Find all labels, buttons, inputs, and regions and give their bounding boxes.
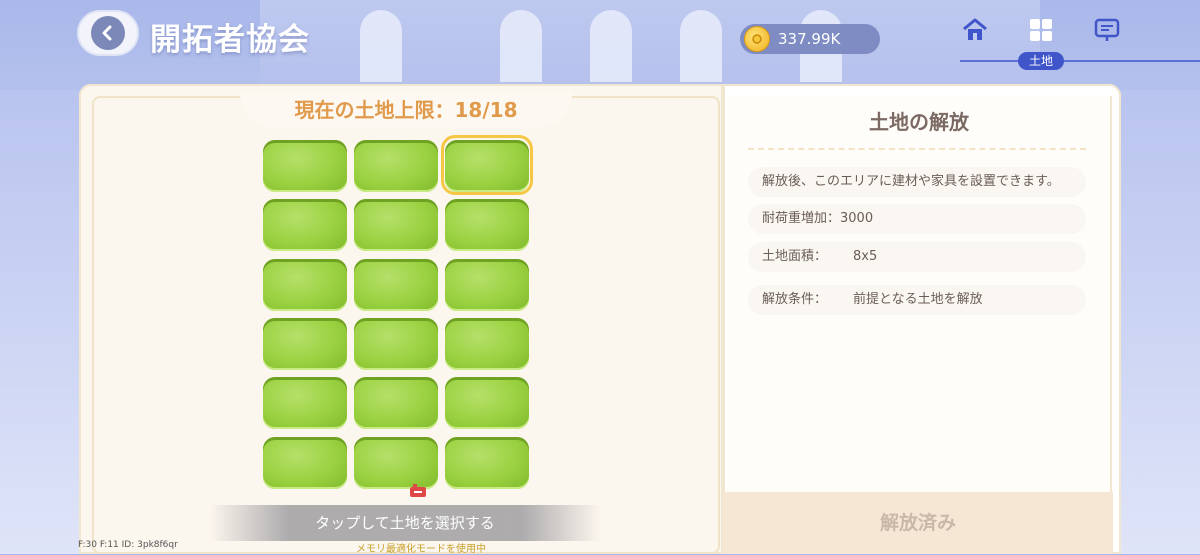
- condition-label: 解放条件：: [762, 292, 828, 307]
- land-plot[interactable]: [445, 258, 529, 311]
- land-plot[interactable]: [263, 140, 347, 192]
- land-plot[interactable]: [445, 377, 529, 430]
- background-window: [360, 10, 402, 82]
- nav-underline: [960, 60, 1200, 62]
- info-row-load: 耐荷重増加：3000: [748, 204, 1086, 234]
- land-limit-label: 現在の土地上限：18/18: [240, 92, 572, 128]
- land-grid-icon[interactable]: [1026, 15, 1056, 45]
- info-row-condition: 解放条件： 前提となる土地を解放: [748, 285, 1086, 315]
- land-plot[interactable]: [445, 199, 529, 252]
- land-plot[interactable]: [445, 436, 529, 489]
- land-plot[interactable]: [354, 258, 438, 311]
- land-plot[interactable]: [354, 377, 438, 430]
- area-value: 8x5: [853, 249, 878, 264]
- land-plot[interactable]: [445, 317, 529, 370]
- info-board-icon[interactable]: [1092, 15, 1122, 45]
- background-right: [1120, 90, 1200, 554]
- page-title: 開拓者協会: [150, 22, 310, 58]
- land-plot[interactable]: [263, 258, 347, 311]
- detail-title: 土地の解放: [869, 110, 969, 134]
- description-text: 解放後、このエリアに建材や家具を設置できます。: [762, 174, 1060, 189]
- land-plot[interactable]: [263, 436, 347, 489]
- land-plot[interactable]: [263, 317, 347, 370]
- tap-hint: タップして土地を選択する: [210, 505, 600, 541]
- mailbox-marker-icon[interactable]: [408, 483, 428, 499]
- load-value: 3000: [840, 211, 874, 226]
- back-button[interactable]: [77, 10, 139, 56]
- currency-display: 337.99K: [740, 24, 880, 54]
- condition-value: 前提となる土地を解放: [853, 292, 983, 307]
- land-plot[interactable]: [354, 199, 438, 252]
- back-arrow-icon: [91, 16, 125, 50]
- load-label: 耐荷重増加：: [762, 211, 841, 226]
- background-window: [590, 10, 632, 82]
- info-row-area: 土地面積： 8x5: [748, 242, 1086, 272]
- home-icon[interactable]: [960, 15, 990, 45]
- background-left: [0, 90, 80, 554]
- land-plot[interactable]: [354, 317, 438, 370]
- land-plot[interactable]: [354, 436, 438, 489]
- background-window: [680, 10, 722, 82]
- land-plot[interactable]: [263, 377, 347, 430]
- nav-active-badge[interactable]: 土地: [1018, 52, 1064, 70]
- info-row-description: 解放後、このエリアに建材や家具を設置できます。: [748, 167, 1086, 197]
- release-button[interactable]: 解放済み: [723, 492, 1113, 554]
- debug-readout: F:30 F:11 ID: 3pk8f6qr: [78, 540, 178, 550]
- selected-plot-outline: [441, 135, 533, 195]
- divider: [748, 148, 1086, 150]
- memory-mode-notice: メモリ最適化モードを使用中: [356, 544, 486, 555]
- land-plot[interactable]: [354, 140, 438, 192]
- area-label: 土地面積：: [762, 249, 828, 264]
- background-window: [500, 10, 542, 82]
- land-plot[interactable]: [263, 199, 347, 252]
- currency-amount: 337.99K: [778, 30, 841, 48]
- coin-icon: [744, 26, 770, 52]
